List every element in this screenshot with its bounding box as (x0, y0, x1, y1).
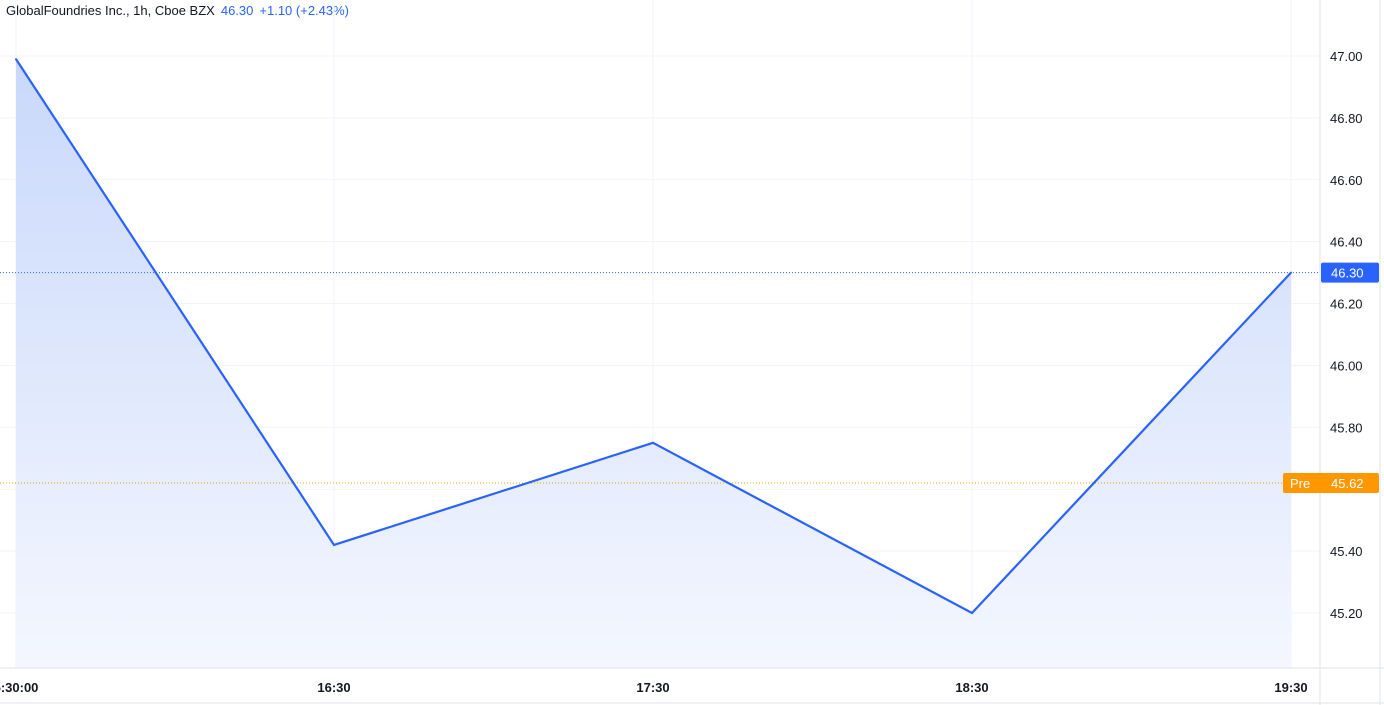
y-tick-label: 47.00 (1330, 49, 1363, 64)
x-tick-label: 19:30 (1274, 680, 1307, 695)
x-tick-label: 18:30 (955, 680, 988, 695)
data-point (971, 612, 973, 614)
y-tick-label: 45.80 (1330, 420, 1363, 435)
pre-market-tag: Pre (1290, 476, 1310, 491)
y-tick-label: 46.60 (1330, 173, 1363, 188)
y-tick-label: 46.00 (1330, 358, 1363, 373)
x-tick-label: 17:30 (636, 680, 669, 695)
y-tick-label: 45.40 (1330, 544, 1363, 559)
data-point (15, 58, 17, 61)
data-point (1290, 271, 1292, 274)
last-price-label: 46.30 (1331, 266, 1364, 281)
x-tick-label: 16:30 (317, 680, 350, 695)
pre-market-label: 45.62 (1331, 476, 1364, 491)
y-tick-label: 45.20 (1330, 606, 1363, 621)
x-tick-label: 5:30:00 (0, 680, 38, 695)
data-point (652, 441, 654, 444)
data-point (333, 543, 335, 546)
y-tick-label: 46.80 (1330, 111, 1363, 126)
price-chart[interactable]: 45.20 45.40 45.80 46.00 46.20 46.40 46.60 46.80… (0, 0, 1384, 705)
chart-container[interactable]: GlobalFoundries Inc., 1h, Cboe BZX 46.30 +… (0, 0, 1384, 705)
y-tick-label: 46.20 (1330, 297, 1363, 312)
y-tick-label: 46.40 (1330, 235, 1363, 250)
